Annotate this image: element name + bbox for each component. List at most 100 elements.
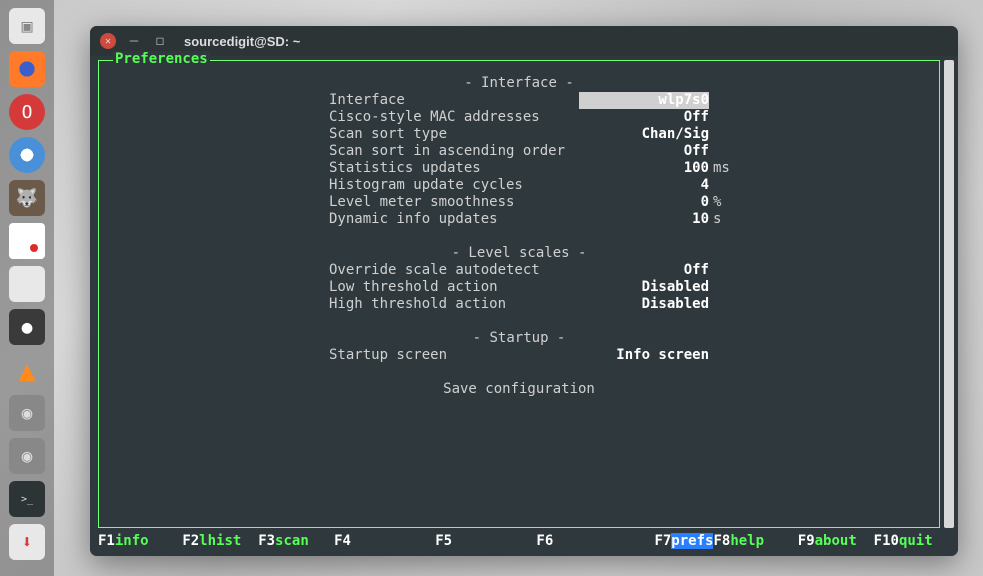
pref-row[interactable]: Histogram update cycles4	[119, 177, 919, 194]
fkey-label: lhist	[199, 533, 241, 549]
section-levels-header: - Level scales -	[119, 245, 919, 262]
dock-app-icon[interactable]	[9, 223, 45, 259]
fkey-f7[interactable]: F7prefs	[654, 533, 713, 550]
minimize-icon[interactable]: –	[126, 33, 142, 49]
fkey-label: prefs	[671, 533, 713, 549]
pref-row[interactable]: Level meter smoothness0%	[119, 194, 919, 211]
fkey-f5[interactable]: F5	[435, 533, 494, 550]
fkey-f1[interactable]: F1info	[98, 533, 157, 550]
pref-label: Scan sort in ascending order	[119, 143, 579, 160]
fkey-label: help	[730, 533, 772, 549]
dock-files-icon[interactable]: ▣	[9, 8, 45, 44]
fkey-label: about	[815, 533, 857, 549]
interface-rows: Interfacewlp7s0Cisco-style MAC addresses…	[119, 92, 919, 228]
dock-chromium-icon[interactable]	[9, 137, 45, 173]
pref-value[interactable]: Off	[579, 143, 709, 160]
frame-title: Preferences	[113, 51, 210, 68]
section-startup-header: - Startup -	[119, 330, 919, 347]
startup-rows: Startup screenInfo screen	[119, 347, 919, 364]
pref-unit	[709, 296, 737, 313]
section-interface-header: - Interface -	[119, 75, 919, 92]
dock-lutris-icon[interactable]: 🐺	[9, 180, 45, 216]
dock-settings-icon[interactable]	[9, 266, 45, 302]
dock: ▣ O 🐺 ● ▲ ◉ ◉ >_ ⬇	[0, 0, 54, 576]
fkey-f6[interactable]: F6	[536, 533, 595, 550]
maximize-icon[interactable]: ◻	[152, 33, 168, 49]
pref-row[interactable]: Scan sort typeChan/Sig	[119, 126, 919, 143]
fkey-label: info	[115, 533, 157, 549]
save-configuration[interactable]: Save configuration	[119, 381, 919, 398]
dock-terminal-icon[interactable]: >_	[9, 481, 45, 517]
fkey-f4[interactable]: F4	[334, 533, 393, 550]
fkey-f10[interactable]: F10quit	[874, 533, 941, 550]
fkey-number: F7	[654, 533, 671, 549]
pref-label: Statistics updates	[119, 160, 579, 177]
dock-firefox-icon[interactable]	[9, 51, 45, 87]
pref-value[interactable]: Info screen	[579, 347, 709, 364]
pref-label: Override scale autodetect	[119, 262, 579, 279]
pref-unit	[709, 177, 737, 194]
pref-row[interactable]: High threshold actionDisabled	[119, 296, 919, 313]
dock-transmission-icon[interactable]: ⬇	[9, 524, 45, 560]
pref-label: Level meter smoothness	[119, 194, 579, 211]
dock-disk2-icon[interactable]: ◉	[9, 438, 45, 474]
pref-value[interactable]: Off	[579, 262, 709, 279]
pref-value[interactable]: 4	[579, 177, 709, 194]
pref-row[interactable]: Override scale autodetectOff	[119, 262, 919, 279]
fkey-number: F1	[98, 533, 115, 549]
terminal-body: Preferences - Interface - Interfacewlp7s…	[90, 56, 958, 556]
dock-vlc-icon[interactable]: ▲	[9, 352, 45, 388]
pref-value[interactable]: Chan/Sig	[579, 126, 709, 143]
fkey-f2[interactable]: F2lhist	[182, 533, 241, 550]
fkey-number: F4	[334, 533, 351, 549]
levels-rows: Override scale autodetectOffLow threshol…	[119, 262, 919, 313]
fkey-label: scan	[275, 533, 317, 549]
pref-label: Scan sort type	[119, 126, 579, 143]
terminal-window: ✕ – ◻ sourcedigit@SD: ~ Preferences - In…	[90, 26, 958, 556]
fkey-label	[351, 533, 393, 549]
pref-value[interactable]: wlp7s0	[579, 92, 709, 109]
pref-value[interactable]: Disabled	[579, 296, 709, 313]
pref-unit: ms	[709, 160, 737, 177]
pref-label: Dynamic info updates	[119, 211, 579, 228]
function-keys: F1info F2lhist F3scan F4 F5 F6 F7prefsF8…	[98, 533, 940, 550]
pref-label: Interface	[119, 92, 579, 109]
fkey-number: F5	[435, 533, 452, 549]
close-icon[interactable]: ✕	[100, 33, 116, 49]
pref-value[interactable]: 100	[579, 160, 709, 177]
pref-value[interactable]: 0	[579, 194, 709, 211]
fkey-f8[interactable]: F8help	[713, 533, 772, 550]
pref-unit	[709, 92, 737, 109]
pref-value[interactable]: Disabled	[579, 279, 709, 296]
fkey-f3[interactable]: F3scan	[258, 533, 317, 550]
titlebar[interactable]: ✕ – ◻ sourcedigit@SD: ~	[90, 26, 958, 56]
dock-opera-icon[interactable]: O	[9, 94, 45, 130]
fkey-label	[452, 533, 494, 549]
pref-unit	[709, 143, 737, 160]
fkey-f9[interactable]: F9about	[798, 533, 857, 550]
dock-unknown-icon[interactable]: ●	[9, 309, 45, 345]
pref-label: Histogram update cycles	[119, 177, 579, 194]
pref-row[interactable]: Dynamic info updates10s	[119, 211, 919, 228]
preferences-content: - Interface - Interfacewlp7s0Cisco-style…	[99, 61, 939, 404]
fkey-number: F9	[798, 533, 815, 549]
pref-unit: s	[709, 211, 737, 228]
pref-label: Startup screen	[119, 347, 579, 364]
preferences-frame: Preferences - Interface - Interfacewlp7s…	[98, 60, 940, 528]
fkey-number: F10	[874, 533, 899, 549]
pref-row[interactable]: Interfacewlp7s0	[119, 92, 919, 109]
pref-unit	[709, 279, 737, 296]
pref-row[interactable]: Startup screenInfo screen	[119, 347, 919, 364]
pref-row[interactable]: Scan sort in ascending orderOff	[119, 143, 919, 160]
pref-label: High threshold action	[119, 296, 579, 313]
pref-label: Low threshold action	[119, 279, 579, 296]
pref-row[interactable]: Cisco-style MAC addressesOff	[119, 109, 919, 126]
pref-value[interactable]: 10	[579, 211, 709, 228]
dock-disk1-icon[interactable]: ◉	[9, 395, 45, 431]
pref-label: Cisco-style MAC addresses	[119, 109, 579, 126]
fkey-label: quit	[899, 533, 941, 549]
scrollbar[interactable]	[944, 60, 954, 528]
pref-row[interactable]: Statistics updates100ms	[119, 160, 919, 177]
pref-value[interactable]: Off	[579, 109, 709, 126]
pref-row[interactable]: Low threshold actionDisabled	[119, 279, 919, 296]
